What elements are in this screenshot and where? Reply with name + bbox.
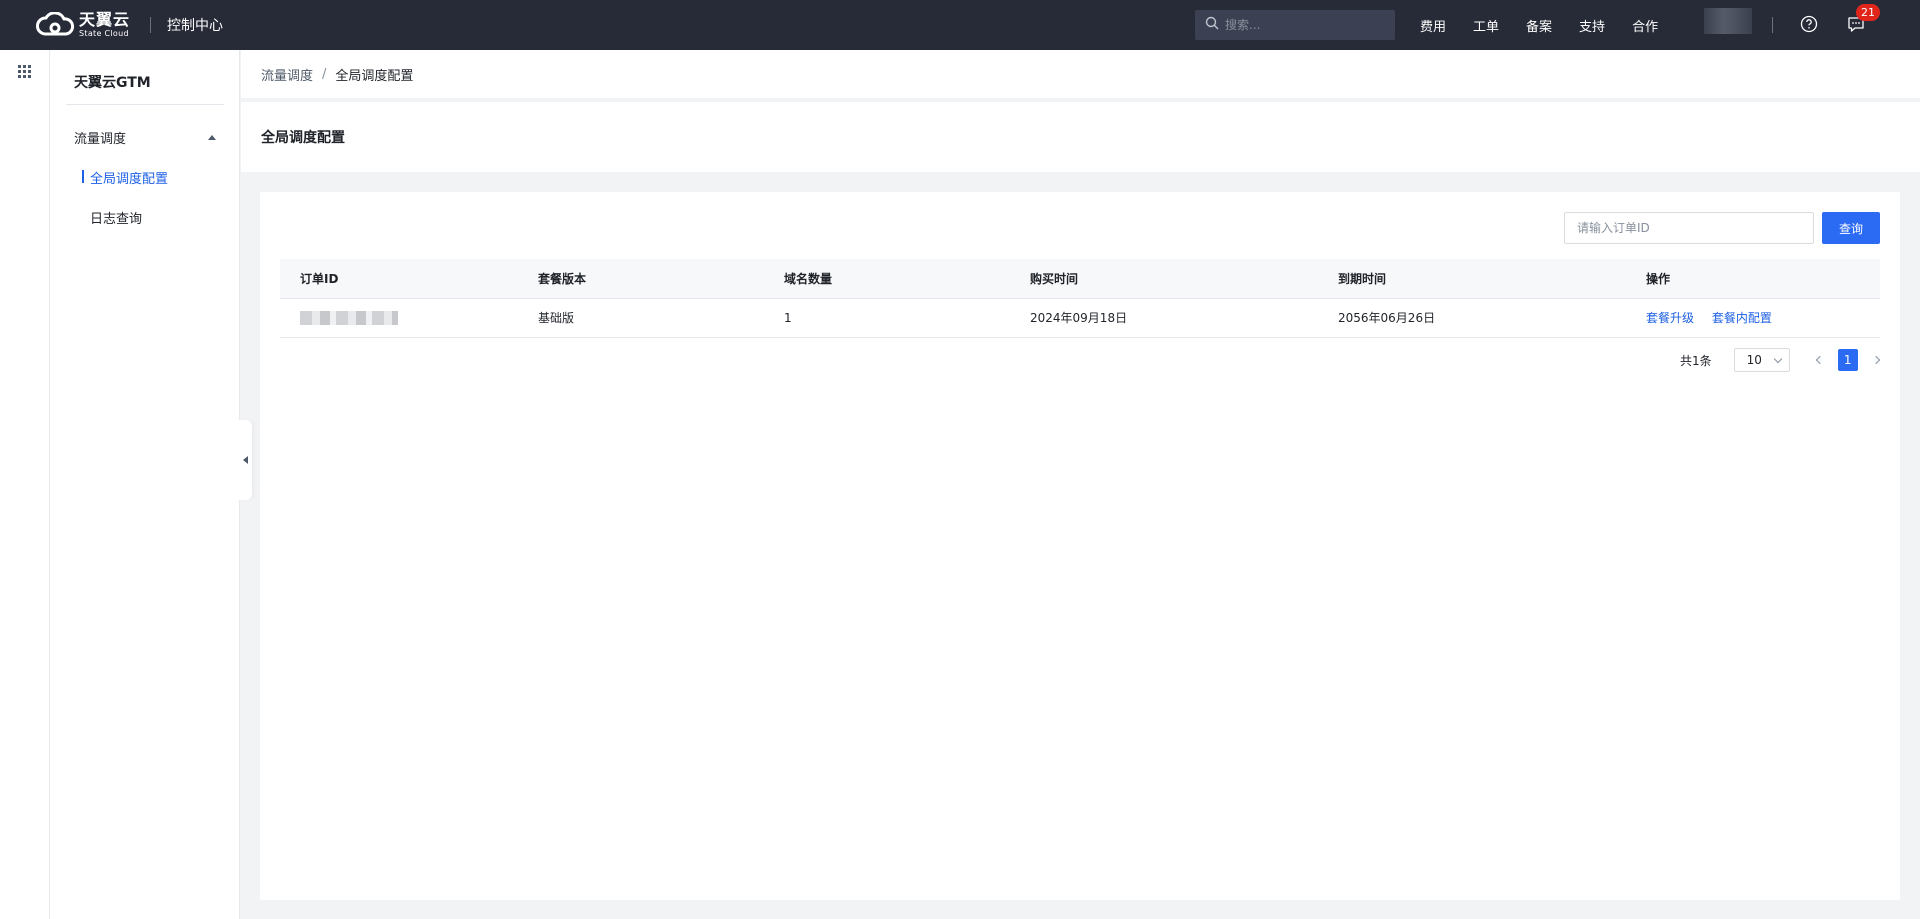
- grid-icon[interactable]: [18, 65, 31, 82]
- console-title[interactable]: 控制中心: [167, 15, 223, 35]
- page-size-select[interactable]: 10: [1733, 348, 1790, 372]
- caret-up-icon: [208, 135, 216, 140]
- nav-tickets[interactable]: 工单: [1473, 16, 1499, 35]
- page-title: 全局调度配置: [261, 130, 345, 146]
- user-account-avatar[interactable]: [1704, 8, 1752, 34]
- nav-filing[interactable]: 备案: [1526, 16, 1552, 35]
- top-nav-menu: 费用 工单 备案 支持 合作: [1420, 0, 1685, 50]
- cell-actions: 套餐升级 套餐内配置: [1626, 298, 1880, 338]
- logo-divider: [150, 17, 152, 33]
- column-header-purchase-time: 购买时间: [1010, 259, 1318, 299]
- breadcrumb: 流量调度 / 全局调度配置: [241, 50, 1920, 98]
- search-icon: [1205, 16, 1219, 34]
- table-row: 基础版 1 2024年09月18日 2056年06月26日 套餐升级 套餐内配置: [280, 298, 1880, 338]
- sidebar-group-traffic[interactable]: 流量调度: [74, 128, 224, 147]
- topbar-divider: [1772, 17, 1773, 33]
- breadcrumb-separator: /: [322, 66, 327, 82]
- table-header-row: 订单ID 套餐版本 域名数量 购买时间 到期时间 操作: [280, 259, 1880, 299]
- orders-table: 订单ID 套餐版本 域名数量 购买时间 到期时间 操作 基础版 1 2024年0…: [280, 259, 1880, 338]
- page-number-current[interactable]: 1: [1837, 349, 1858, 371]
- sidebar-item-log-query[interactable]: 日志查询: [90, 208, 142, 227]
- global-search-input[interactable]: [1225, 18, 1385, 32]
- page-header: 全局调度配置: [241, 102, 1920, 172]
- nav-partner[interactable]: 合作: [1632, 16, 1658, 35]
- caret-left-icon: [243, 456, 248, 464]
- pagination: 共1条 10 1: [1680, 348, 1888, 372]
- next-page-button[interactable]: [1864, 348, 1888, 372]
- pagination-total: 共1条: [1680, 353, 1712, 368]
- masked-order-id: [300, 310, 398, 325]
- product-title: 天翼云GTM: [74, 75, 151, 91]
- logo-text-en: State Cloud: [79, 29, 129, 38]
- cloud-logo-icon: [35, 12, 75, 38]
- content-card: 查询 订单ID 套餐版本 域名数量 购买时间 到期时间 操作 基础版 1 202…: [260, 192, 1900, 900]
- chevron-left-icon: [1815, 355, 1824, 365]
- nav-billing[interactable]: 费用: [1420, 16, 1446, 35]
- upgrade-plan-link[interactable]: 套餐升级: [1646, 311, 1694, 325]
- top-navbar: 天翼云 State Cloud 控制中心 费用 工单 备案 支持 合作: [0, 0, 1920, 50]
- product-rail: [0, 50, 50, 919]
- help-circle-icon[interactable]: [1800, 15, 1818, 37]
- cell-expire-time: 2056年06月26日: [1318, 298, 1626, 338]
- nav-support[interactable]: 支持: [1579, 16, 1605, 35]
- plan-config-link[interactable]: 套餐内配置: [1712, 311, 1772, 325]
- logo-text-cn: 天翼云: [79, 10, 131, 29]
- column-header-expire-time: 到期时间: [1318, 259, 1626, 299]
- order-id-search-input[interactable]: [1564, 212, 1814, 244]
- column-header-plan: 套餐版本: [518, 259, 764, 299]
- chevron-down-icon: [1773, 354, 1782, 363]
- brand-logo[interactable]: 天翼云 State Cloud: [35, 0, 130, 50]
- sidebar-group-label: 流量调度: [74, 132, 127, 147]
- prev-page-button[interactable]: [1808, 348, 1832, 372]
- sidebar-divider: [66, 104, 224, 105]
- page-size-value: 10: [1746, 353, 1762, 367]
- column-header-domain-count: 域名数量: [764, 259, 1010, 299]
- cell-order-id: [280, 298, 518, 338]
- cell-plan: 基础版: [518, 298, 764, 338]
- sidebar-item-global-config[interactable]: 全局调度配置: [81, 168, 168, 187]
- message-count-badge: 21: [1856, 4, 1880, 21]
- breadcrumb-current: 全局调度配置: [335, 68, 414, 84]
- sidebar-collapse-toggle[interactable]: [239, 420, 252, 500]
- column-header-order-id: 订单ID: [280, 259, 518, 299]
- chevron-right-icon: [1871, 355, 1880, 365]
- cell-domain-count: 1: [764, 298, 1010, 338]
- breadcrumb-parent[interactable]: 流量调度: [261, 65, 313, 84]
- query-button[interactable]: 查询: [1822, 212, 1880, 244]
- product-sidebar: 天翼云GTM 流量调度 全局调度配置 日志查询: [50, 50, 240, 919]
- global-search: [1195, 10, 1395, 40]
- cell-purchase-time: 2024年09月18日: [1010, 298, 1318, 338]
- column-header-actions: 操作: [1626, 259, 1880, 299]
